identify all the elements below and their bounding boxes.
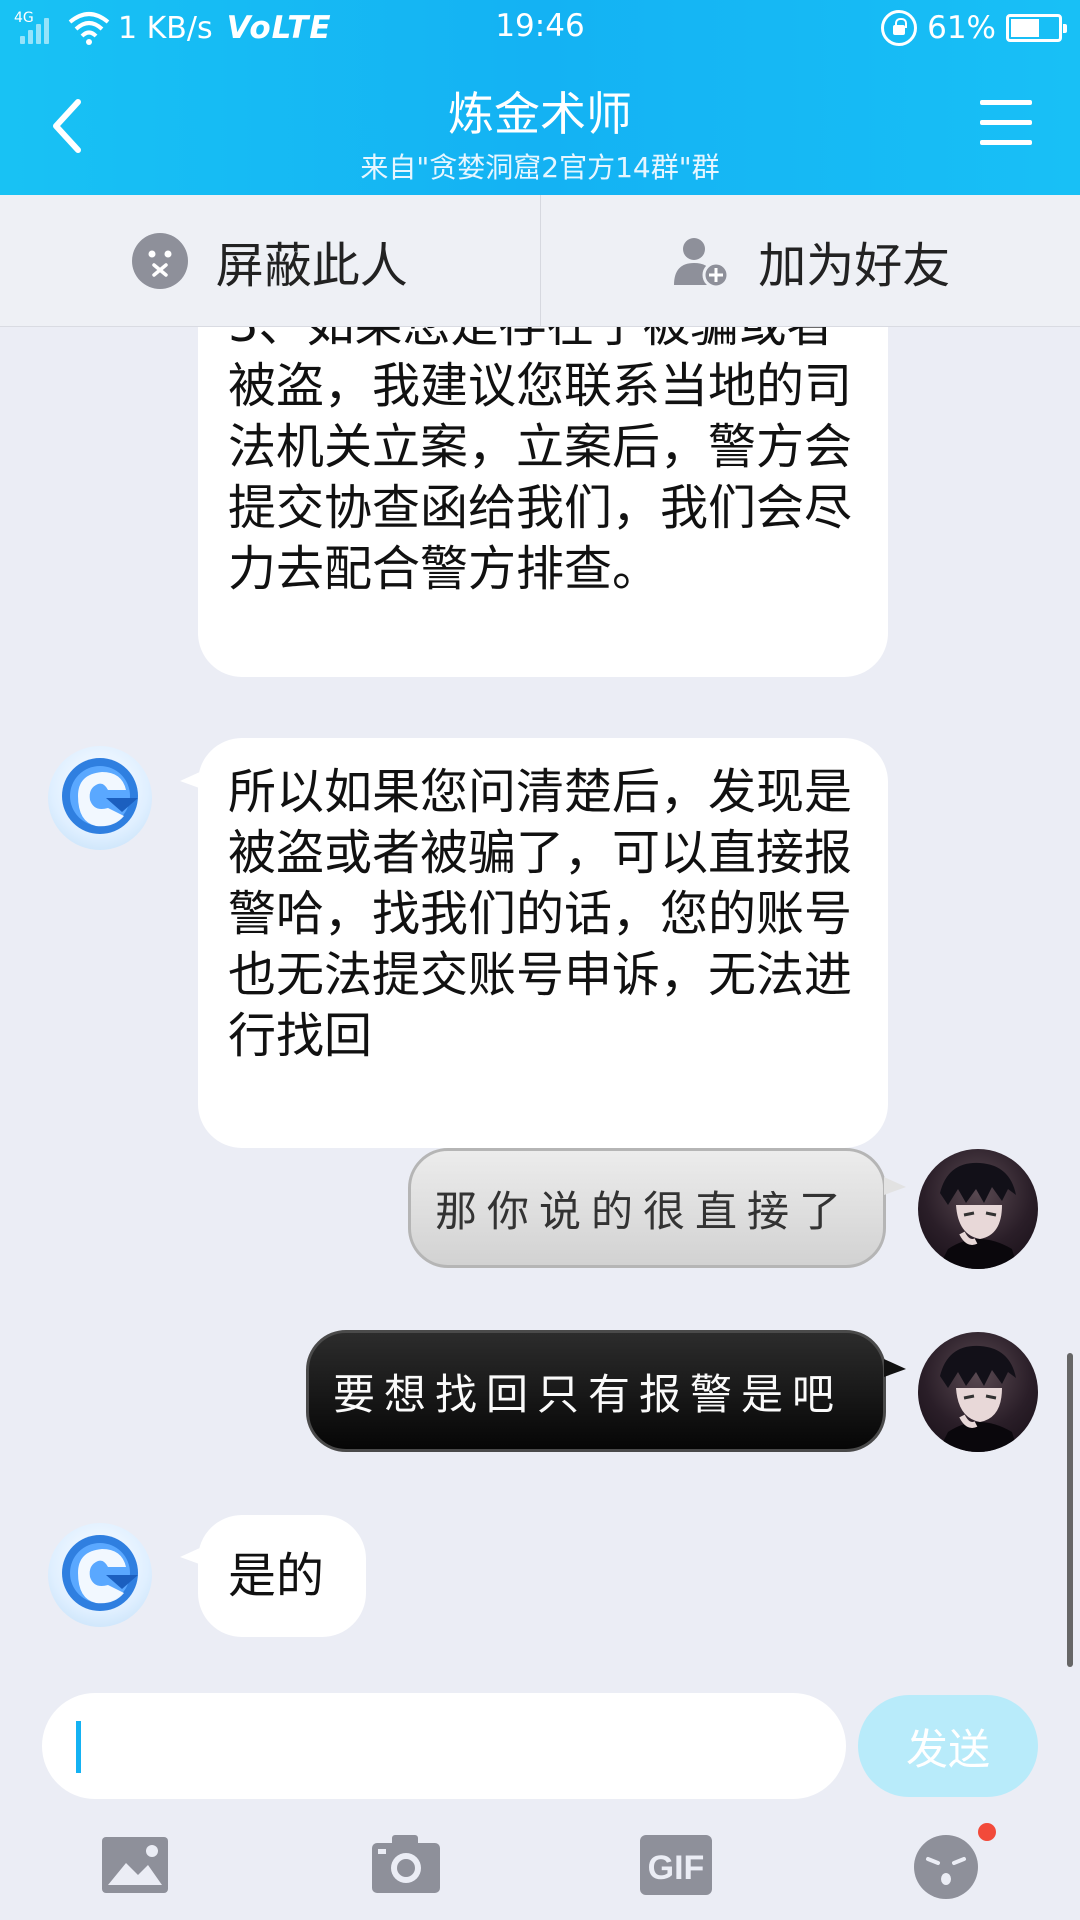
bubble-tail (884, 1177, 906, 1195)
rotation-lock-icon (881, 10, 918, 46)
hamburger-menu-icon (980, 100, 1032, 105)
add-friend-button[interactable]: 加为好友 (539, 195, 1080, 326)
emoji-icon (914, 1835, 978, 1899)
add-friend-label: 加为好友 (758, 237, 951, 294)
message-text: 3、如果您是存在了被骗或者被盗，我建议您联系当地的司法机关立案，立案后，警方会提… (228, 327, 853, 597)
gif-icon: GIF (640, 1835, 712, 1895)
chat-subtitle: 来自"贪婪洞窟2官方14群"群 (360, 151, 720, 184)
add-friend-icon (674, 237, 730, 288)
scrollbar[interactable] (1067, 1353, 1073, 1667)
chat-title: 炼金术师 (448, 87, 632, 141)
block-user-button[interactable]: 屏蔽此人 (0, 195, 540, 326)
battery-icon (1006, 14, 1067, 42)
avatar-self[interactable] (918, 1332, 1038, 1452)
message-text: 是的 (228, 1547, 325, 1604)
message-list[interactable]: 3、如果您是存在了被骗或者被盗，我建议您联系当地的司法机关立案，立案后，警方会提… (0, 327, 1080, 1667)
menu-button[interactable] (980, 100, 1032, 148)
camera-button[interactable] (366, 1825, 446, 1905)
block-user-label: 屏蔽此人 (215, 237, 408, 294)
message-input[interactable] (42, 1693, 846, 1799)
avatar-self[interactable] (918, 1149, 1038, 1269)
message-bubble[interactable]: 是的 (198, 1515, 366, 1637)
message-bubble[interactable]: 3、如果您是存在了被骗或者被盗，我建议您联系当地的司法机关立案，立案后，警方会提… (198, 327, 888, 677)
block-icon (131, 232, 188, 289)
qq-security-avatar-icon (62, 758, 138, 834)
message-text: 要想找回只有报警是吧 (333, 1369, 844, 1419)
anime-character-avatar-icon (938, 1162, 1018, 1269)
camera-icon (372, 1835, 440, 1893)
avatar[interactable] (48, 1523, 152, 1627)
profile-actions: 屏蔽此人 加为好友 (0, 195, 1080, 327)
status-bar: 4G 1 KB/s VoLTE 19:46 61% (0, 0, 1080, 58)
title-bar: 炼金术师 来自"贪婪洞窟2官方14群"群 (0, 58, 1080, 195)
text-cursor (76, 1721, 81, 1773)
image-button[interactable] (96, 1825, 176, 1905)
anime-character-avatar-icon (938, 1345, 1018, 1452)
avatar[interactable] (48, 746, 152, 850)
message-bubble[interactable]: 所以如果您问清楚后，发现是被盗或者被骗了，可以直接报警哈，找我们的话，您的账号也… (198, 738, 888, 1148)
image-icon (102, 1837, 168, 1893)
composer: 发送 (0, 1667, 1080, 1817)
message-text: 那你说的很直接了 (435, 1186, 852, 1236)
top-bar: 4G 1 KB/s VoLTE 19:46 61% 炼金术师 来自"贪婪洞窟2官… (0, 0, 1080, 195)
message-bubble-self[interactable]: 那你说的很直接了 (408, 1148, 886, 1268)
notification-dot (978, 1823, 996, 1841)
message-text: 所以如果您问清楚后，发现是被盗或者被骗了，可以直接报警哈，找我们的话，您的账号也… (228, 764, 853, 1064)
battery-percent: 61% (927, 10, 996, 46)
bubble-tail (884, 1359, 906, 1377)
gif-button[interactable]: GIF (636, 1825, 716, 1905)
svg-text:GIF: GIF (648, 1849, 705, 1887)
input-toolbar: GIF (0, 1817, 1080, 1920)
send-button[interactable]: 发送 (858, 1695, 1038, 1797)
emoji-button[interactable] (906, 1823, 996, 1905)
qq-security-avatar-icon (62, 1535, 138, 1611)
message-bubble-self[interactable]: 要想找回只有报警是吧 (306, 1330, 886, 1452)
